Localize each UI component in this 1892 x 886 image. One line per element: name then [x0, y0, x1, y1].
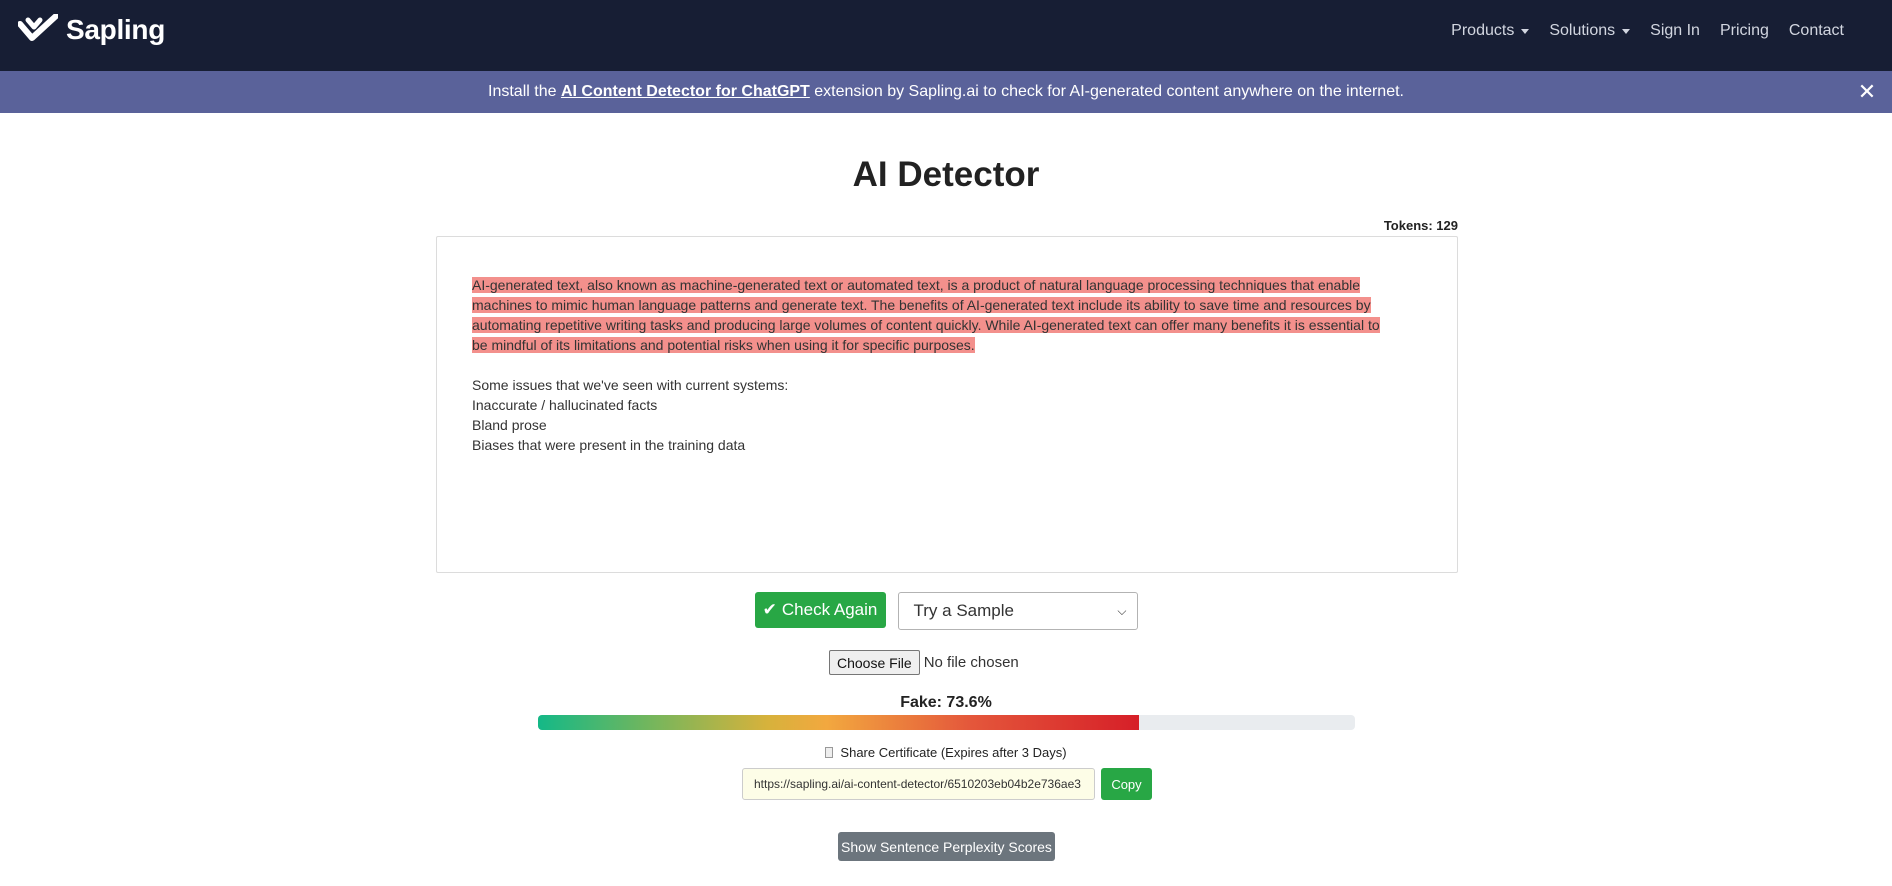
extension-banner: Install the AI Content Detector for Chat…: [0, 71, 1892, 113]
caret-down-icon: [1521, 28, 1530, 34]
check-again-button[interactable]: ✔ Check Again: [754, 592, 886, 628]
copy-button[interactable]: Copy: [1101, 768, 1152, 800]
check-again-label: Check Again: [781, 600, 878, 619]
banner-prefix: Install the: [488, 83, 561, 100]
plain-paragraph: Some issues that we've seen with current…: [472, 375, 1422, 455]
sapling-logo[interactable]: Sapling: [18, 14, 165, 46]
ai-highlighted-line: be mindful of its limitations and potent…: [472, 337, 975, 353]
ai-highlighted-line: automating repetitive writing tasks and …: [472, 317, 1380, 333]
token-count: Tokens: 129: [1383, 218, 1458, 233]
chevron-down-icon: ⌵: [1117, 603, 1127, 618]
text-line: Biases that were present in the training…: [472, 437, 746, 453]
nav-item-label: Sign In: [1650, 22, 1700, 39]
nav-item-products[interactable]: Products: [1441, 22, 1539, 40]
text-line: Inaccurate / hallucinated facts: [472, 397, 658, 413]
nav-item-pricing[interactable]: Pricing: [1710, 22, 1779, 40]
page-title: AI Detector: [852, 155, 1040, 194]
nav-item-label: Products: [1451, 22, 1515, 39]
file-upload: Choose File No file chosen: [829, 650, 1019, 675]
show-perplexity-button[interactable]: Show Sentence Perplexity Scores: [838, 832, 1055, 861]
text-editor[interactable]: AI-generated text, also known as machine…: [436, 236, 1458, 573]
nav-item-label: Pricing: [1719, 22, 1769, 39]
sample-select[interactable]: Try a Sample ⌵: [897, 592, 1138, 630]
banner-extension-link[interactable]: AI Content Detector for ChatGPT: [561, 83, 810, 100]
text-line: Bland prose: [472, 417, 547, 433]
nav-item-label: Contact: [1788, 22, 1844, 39]
check-icon: ✔: [762, 600, 777, 619]
share-url-input[interactable]: https://sapling.ai/ai-content-detector/6…: [742, 768, 1095, 800]
nav-item-label: Solutions: [1549, 22, 1616, 39]
fake-score-bar: [538, 715, 1355, 730]
nav-item-solutions[interactable]: Solutions: [1539, 22, 1640, 40]
action-controls: ✔ Check Again Try a Sample ⌵: [0, 592, 1892, 630]
file-status: No file chosen: [923, 654, 1019, 671]
ai-highlighted-line: machines to mimic human language pattern…: [472, 297, 1371, 313]
highlighted-paragraph: AI-generated text, also known as machine…: [472, 275, 1422, 355]
choose-file-button[interactable]: Choose File: [829, 650, 920, 675]
top-navbar: Sapling Products Solutions Sign In Prici…: [0, 0, 1892, 71]
fake-score-label: Fake: 73.6%: [900, 694, 992, 711]
fake-score-bar-fill: [538, 715, 1140, 730]
nav-item-contact[interactable]: Contact: [1779, 22, 1854, 40]
ai-highlighted-line: AI-generated text, also known as machine…: [472, 277, 1361, 293]
share-link-row: https://sapling.ai/ai-content-detector/6…: [742, 768, 1152, 800]
nav-links: Products Solutions Sign In Pricing Conta…: [1441, 22, 1854, 40]
sample-select-value: Try a Sample: [913, 601, 1014, 620]
text-line: Some issues that we've seen with current…: [472, 377, 789, 393]
sapling-logo-icon: [18, 14, 58, 41]
document-icon: [825, 747, 834, 758]
nav-item-sign-in[interactable]: Sign In: [1640, 22, 1710, 40]
close-icon[interactable]: ✕: [1856, 81, 1878, 103]
share-certificate-label: Share Certificate (Expires after 3 Days): [840, 745, 1067, 760]
brand-name: Sapling: [66, 14, 166, 45]
share-certificate: Share Certificate (Expires after 3 Days): [0, 745, 1892, 760]
caret-down-icon: [1622, 28, 1631, 34]
banner-suffix: extension by Sapling.ai to check for AI-…: [809, 83, 1404, 100]
